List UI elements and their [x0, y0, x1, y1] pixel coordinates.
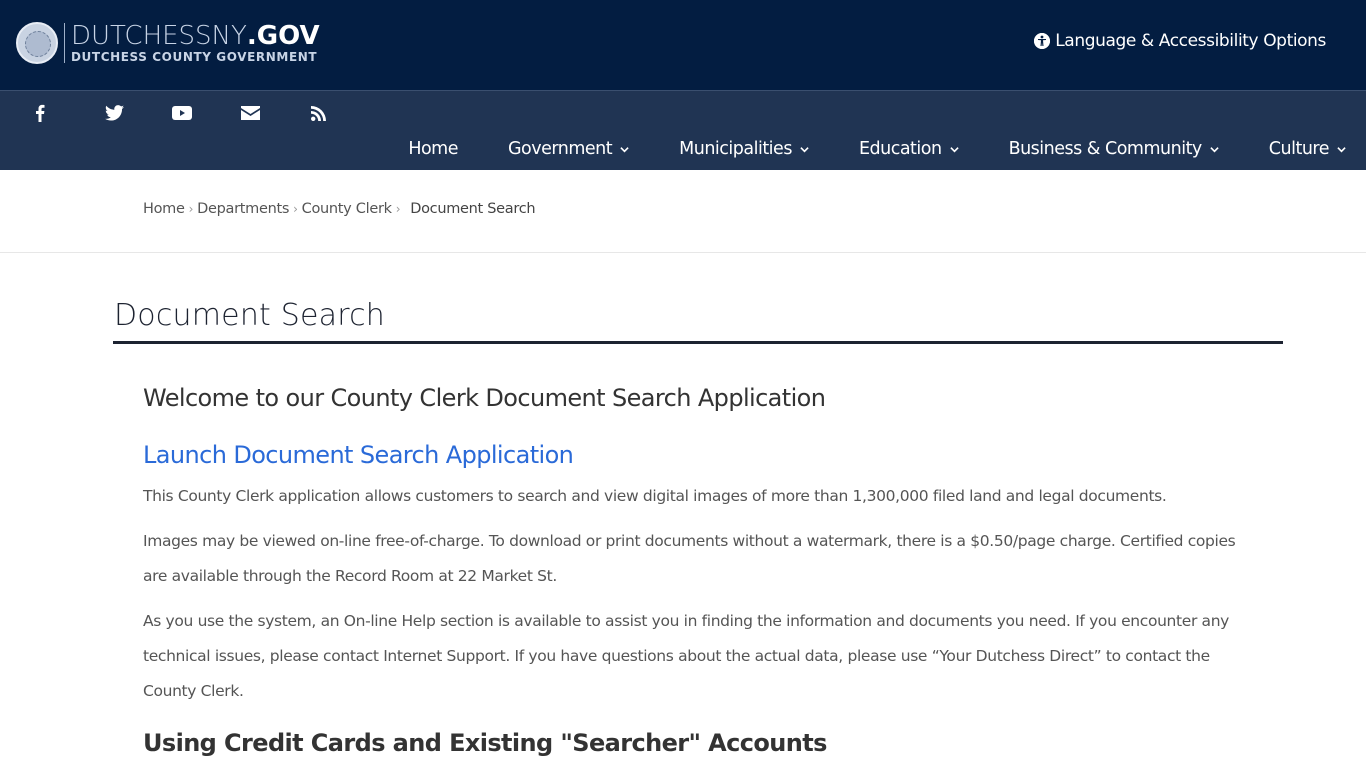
- nav-item-home[interactable]: Home: [408, 139, 458, 159]
- chevron-down-icon: [949, 146, 959, 152]
- nav-item-education[interactable]: Education: [859, 139, 959, 159]
- nav-item-culture[interactable]: Culture: [1269, 139, 1346, 159]
- main-navigation: Home Government Municipalities Education…: [408, 139, 1346, 159]
- breadcrumb-home[interactable]: Home: [143, 201, 185, 217]
- facebook-icon[interactable]: [0, 101, 80, 125]
- breadcrumb-separator: ›: [188, 202, 194, 216]
- launch-application-link[interactable]: Launch Document Search Application: [143, 441, 574, 469]
- rss-icon[interactable]: [284, 101, 352, 125]
- nav-item-business-community[interactable]: Business & Community: [1009, 139, 1219, 159]
- nav-item-municipalities[interactable]: Municipalities: [679, 139, 809, 159]
- intro-paragraph: This County Clerk application allows cus…: [143, 487, 1167, 505]
- youtube-icon[interactable]: [148, 101, 216, 125]
- main-content: Welcome to our County Clerk Document Sea…: [143, 384, 1253, 757]
- breadcrumb-current: Document Search: [410, 201, 536, 217]
- nav-item-government[interactable]: Government: [508, 139, 629, 159]
- page-title: Document Search: [114, 298, 386, 333]
- breadcrumb-bar: Home › Departments › County Clerk › Docu…: [0, 170, 1366, 253]
- chevron-down-icon: [1337, 146, 1346, 152]
- county-seal-icon: [16, 22, 58, 64]
- site-header: DUTCHESSNY.GOV DUTCHESS COUNTY GOVERNMEN…: [0, 0, 1366, 90]
- breadcrumb-departments[interactable]: Departments: [197, 201, 289, 217]
- accessibility-label: Language & Accessibility Options: [1055, 31, 1326, 51]
- breadcrumb-separator: ›: [395, 202, 401, 216]
- language-accessibility-button[interactable]: Language & Accessibility Options: [1034, 31, 1326, 51]
- social-links: [0, 101, 352, 125]
- breadcrumb-separator: ›: [293, 202, 298, 216]
- accessibility-icon: [1034, 33, 1051, 49]
- title-divider: [113, 341, 1283, 344]
- site-logo[interactable]: DUTCHESSNY.GOV DUTCHESS COUNTY GOVERNMEN…: [16, 22, 320, 64]
- chevron-down-icon: [800, 146, 809, 152]
- logo-text: DUTCHESSNY.GOV DUTCHESS COUNTY GOVERNMEN…: [71, 22, 320, 64]
- help-paragraph: As you use the system, an On-line Help s…: [143, 612, 1229, 700]
- logo-main: DUTCHESSNY.GOV: [71, 21, 320, 51]
- breadcrumb-county-clerk[interactable]: County Clerk: [302, 201, 392, 217]
- logo-divider: [64, 23, 65, 63]
- credit-cards-heading: Using Credit Cards and Existing "Searche…: [143, 729, 827, 757]
- twitter-icon[interactable]: [80, 101, 148, 125]
- navigation-bar: Home Government Municipalities Education…: [0, 90, 1366, 170]
- chevron-down-icon: [1210, 146, 1219, 152]
- breadcrumb: Home › Departments › County Clerk › Docu…: [143, 201, 536, 217]
- chevron-down-icon: [620, 146, 629, 152]
- pricing-paragraph: Images may be viewed on-line free-of-cha…: [143, 532, 1236, 585]
- welcome-heading: Welcome to our County Clerk Document Sea…: [143, 384, 826, 412]
- email-icon[interactable]: [216, 101, 284, 125]
- logo-subtitle: DUTCHESS COUNTY GOVERNMENT: [71, 50, 318, 64]
